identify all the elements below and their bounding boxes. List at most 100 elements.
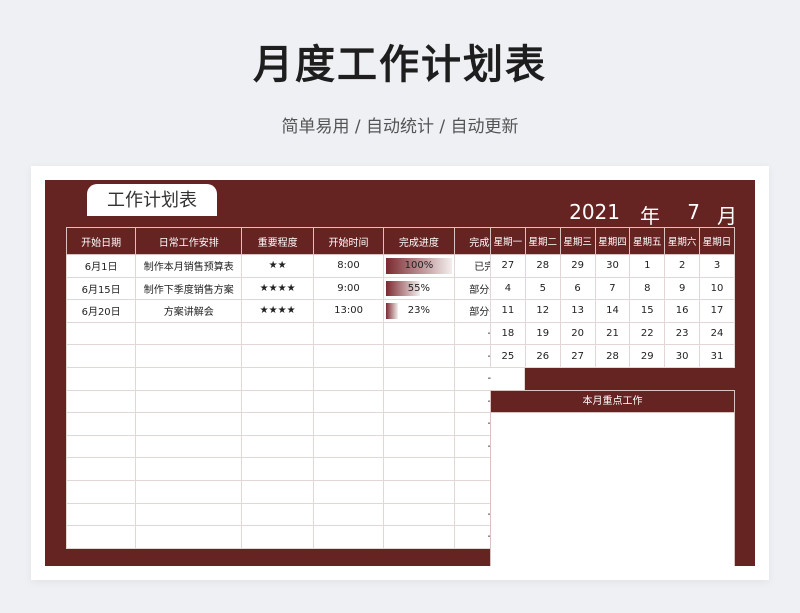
calendar-day-cell[interactable]: 10 xyxy=(699,276,735,301)
progress-cell[interactable] xyxy=(383,457,455,481)
calendar-day-cell[interactable]: 23 xyxy=(664,321,701,346)
calendar-day-cell[interactable]: 28 xyxy=(594,344,631,368)
task-cell[interactable]: 制作本月销售预算表 xyxy=(135,254,243,278)
status-cell[interactable]: - xyxy=(453,366,526,391)
task-cell[interactable] xyxy=(135,321,243,346)
task-cell[interactable] xyxy=(135,344,243,368)
start-date-cell[interactable]: 6月15日 xyxy=(65,276,137,301)
calendar-day-cell[interactable]: 17 xyxy=(699,299,735,323)
start-time-cell[interactable]: 8:00 xyxy=(312,254,385,278)
start-time-cell[interactable] xyxy=(312,457,385,481)
calendar-day-cell[interactable]: 13 xyxy=(559,299,596,323)
task-cell[interactable] xyxy=(135,479,243,504)
importance-cell[interactable]: ★★ xyxy=(241,254,314,278)
progress-cell[interactable] xyxy=(383,479,455,504)
start-date-cell[interactable] xyxy=(65,321,137,346)
calendar-day-cell[interactable]: 25 xyxy=(490,344,526,368)
start-date-cell[interactable] xyxy=(65,344,137,368)
calendar-day-cell[interactable]: 3 xyxy=(699,254,735,278)
calendar-day-cell[interactable]: 29 xyxy=(629,344,666,368)
start-date-cell[interactable] xyxy=(65,389,137,414)
start-date-cell[interactable] xyxy=(65,434,137,459)
task-cell[interactable]: 方案讲解会 xyxy=(135,299,243,323)
importance-cell[interactable] xyxy=(241,344,314,368)
importance-cell[interactable] xyxy=(241,321,314,346)
importance-cell[interactable] xyxy=(241,525,314,549)
progress-cell[interactable] xyxy=(383,412,455,436)
calendar-day-cell[interactable]: 15 xyxy=(629,299,666,323)
importance-cell[interactable]: ★★★★ xyxy=(241,276,314,301)
calendar-day-cell[interactable]: 27 xyxy=(559,344,596,368)
calendar-day-cell[interactable]: 22 xyxy=(629,321,666,346)
calendar-day-cell[interactable]: 18 xyxy=(490,321,526,346)
start-time-cell[interactable] xyxy=(312,344,385,368)
task-cell[interactable] xyxy=(135,457,243,481)
start-time-cell[interactable] xyxy=(312,479,385,504)
calendar-day-cell[interactable]: 19 xyxy=(524,321,561,346)
progress-cell[interactable]: 100% xyxy=(383,254,455,278)
month-value[interactable]: 7 xyxy=(660,200,700,229)
start-time-cell[interactable] xyxy=(312,502,385,527)
progress-cell[interactable] xyxy=(383,525,455,549)
progress-cell[interactable] xyxy=(383,366,455,391)
calendar-day-cell[interactable]: 27 xyxy=(490,254,526,278)
start-date-cell[interactable] xyxy=(65,366,137,391)
task-cell[interactable] xyxy=(135,412,243,436)
start-time-cell[interactable] xyxy=(312,412,385,436)
calendar-day-cell[interactable]: 4 xyxy=(490,276,526,301)
start-date-cell[interactable] xyxy=(65,457,137,481)
calendar-day-cell[interactable]: 8 xyxy=(629,276,666,301)
year-value[interactable]: 2021 xyxy=(562,200,620,229)
task-cell[interactable] xyxy=(135,502,243,527)
task-cell[interactable] xyxy=(135,434,243,459)
sheet-tab[interactable]: 工作计划表 xyxy=(87,184,217,216)
calendar-day-cell[interactable]: 20 xyxy=(559,321,596,346)
start-date-cell[interactable] xyxy=(65,412,137,436)
start-date-cell[interactable] xyxy=(65,525,137,549)
start-time-cell[interactable]: 13:00 xyxy=(312,299,385,323)
progress-cell[interactable] xyxy=(383,502,455,527)
calendar-day-cell[interactable]: 30 xyxy=(594,254,631,278)
start-time-cell[interactable] xyxy=(312,525,385,549)
calendar-day-cell[interactable]: 21 xyxy=(594,321,631,346)
calendar-day-cell[interactable]: 11 xyxy=(490,299,526,323)
progress-cell[interactable] xyxy=(383,321,455,346)
calendar-day-cell[interactable]: 30 xyxy=(664,344,701,368)
start-time-cell[interactable] xyxy=(312,434,385,459)
task-cell[interactable] xyxy=(135,525,243,549)
start-time-cell[interactable] xyxy=(312,389,385,414)
progress-cell[interactable] xyxy=(383,434,455,459)
calendar-day-cell[interactable]: 1 xyxy=(629,254,666,278)
progress-cell[interactable] xyxy=(383,389,455,414)
start-date-cell[interactable]: 6月20日 xyxy=(65,299,137,323)
progress-cell[interactable]: 23% xyxy=(383,299,455,323)
start-date-cell[interactable] xyxy=(65,479,137,504)
calendar-day-cell[interactable]: 9 xyxy=(664,276,701,301)
calendar-day-cell[interactable]: 31 xyxy=(699,344,735,368)
calendar-day-cell[interactable]: 28 xyxy=(524,254,561,278)
importance-cell[interactable] xyxy=(241,366,314,391)
calendar-day-cell[interactable]: 6 xyxy=(559,276,596,301)
calendar-day-cell[interactable]: 24 xyxy=(699,321,735,346)
importance-cell[interactable] xyxy=(241,479,314,504)
importance-cell[interactable] xyxy=(241,389,314,414)
calendar-day-cell[interactable]: 12 xyxy=(524,299,561,323)
calendar-day-cell[interactable]: 5 xyxy=(524,276,561,301)
progress-cell[interactable] xyxy=(383,344,455,368)
calendar-day-cell[interactable]: 26 xyxy=(524,344,561,368)
calendar-day-cell[interactable]: 29 xyxy=(559,254,596,278)
start-date-cell[interactable]: 6月1日 xyxy=(65,254,137,278)
importance-cell[interactable] xyxy=(241,502,314,527)
task-cell[interactable]: 制作下季度销售方案 xyxy=(135,276,243,301)
calendar-day-cell[interactable]: 16 xyxy=(664,299,701,323)
calendar-day-cell[interactable]: 14 xyxy=(594,299,631,323)
calendar-day-cell[interactable]: 7 xyxy=(594,276,631,301)
calendar-day-cell[interactable]: 2 xyxy=(664,254,701,278)
start-time-cell[interactable] xyxy=(312,366,385,391)
importance-cell[interactable] xyxy=(241,434,314,459)
task-cell[interactable] xyxy=(135,366,243,391)
importance-cell[interactable] xyxy=(241,412,314,436)
start-time-cell[interactable]: 9:00 xyxy=(312,276,385,301)
task-cell[interactable] xyxy=(135,389,243,414)
progress-cell[interactable]: 55% xyxy=(383,276,455,301)
